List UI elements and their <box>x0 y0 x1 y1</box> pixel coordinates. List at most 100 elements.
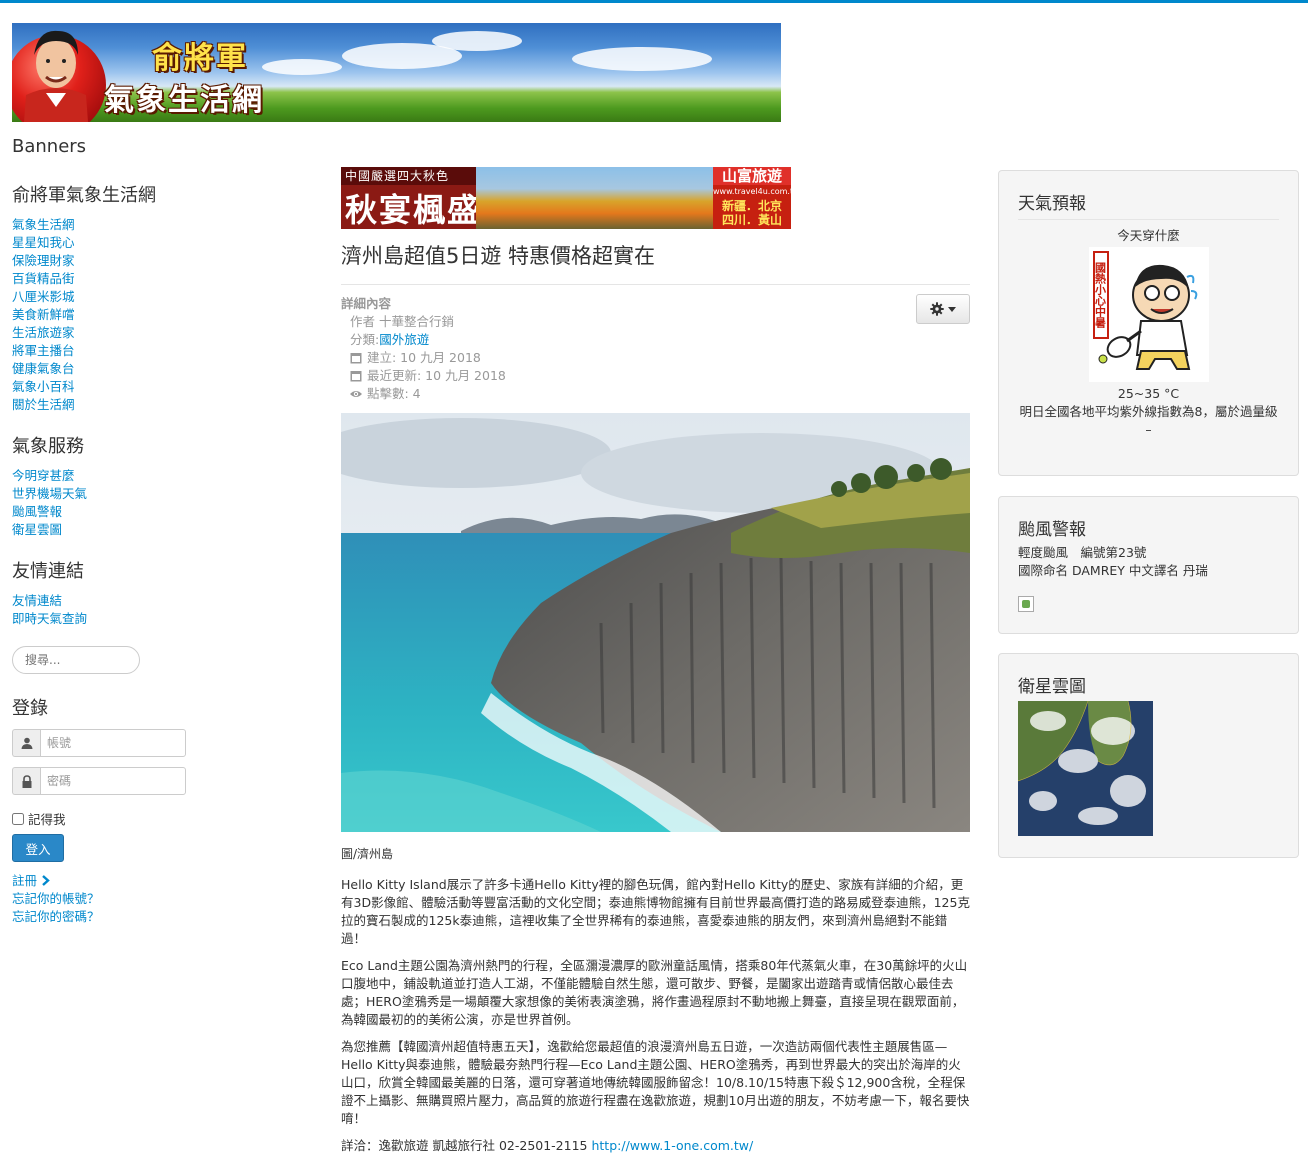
host-portrait-icon <box>24 30 88 122</box>
cloud-decor <box>572 47 712 71</box>
account-links: 註冊 忘記你的帳號？ 忘記你的密碼？ <box>12 872 212 926</box>
user-icon <box>12 729 40 757</box>
menu-heading-site: 俞將軍氣象生活網 <box>12 185 156 206</box>
updated-row: 最近更新: 10 九月 2018 <box>341 367 970 385</box>
article-paragraph: 為您推薦【韓國濟州超值特惠五天】，逸歡給您最超值的浪漫濟州島五日遊，一次造訪兩個… <box>341 1039 970 1126</box>
menu-item-satellite[interactable]: 衛星雲圖 <box>12 522 62 537</box>
menu-heading-links: 友情連結 <box>12 561 84 582</box>
ad-headline: 秋宴楓盛 <box>345 191 482 229</box>
author-row: 作者 十華整合行銷 <box>350 314 454 329</box>
menu-item-anchor[interactable]: 將軍主播台 <box>12 343 75 358</box>
ad-brand-name: 山富旅遊 <box>713 167 791 185</box>
weather-forecast-module: 天氣預報 今天穿什麼 國熱小心中暑 25~35 °C 明日全國各地平均紫外線指數… <box>998 170 1299 476</box>
menu-item-food[interactable]: 美食新鮮嚐 <box>12 307 75 322</box>
calendar-icon <box>350 353 362 364</box>
logo-title-line2: 氣象生活網 <box>104 83 264 118</box>
article-title: 濟州島超值5日遊 特惠價格超實在 <box>341 244 656 268</box>
category-link[interactable]: 國外旅遊 <box>379 331 429 349</box>
links-menu: 友情連結 即時天氣查詢 <box>12 592 212 628</box>
satellite-title: 衛星雲圖 <box>1018 677 1086 697</box>
contact-text: 詳洽：逸歡旅遊 凱越旅行社 02-2501-2115 <box>341 1138 592 1153</box>
username-input[interactable] <box>40 729 186 757</box>
category-prefix: 分類: <box>350 332 380 347</box>
temperature-range: 25~35 °C <box>1117 386 1180 401</box>
password-input[interactable] <box>40 767 186 795</box>
ad-destination-2: 四川．黃山 <box>721 213 782 227</box>
created-date: 建立: 10 九月 2018 <box>367 350 481 365</box>
typhoon-title: 颱風警報 <box>1018 520 1086 540</box>
ad-destination-1: 新疆．北京 <box>721 199 782 213</box>
created-row: 建立: 10 九月 2018 <box>341 349 970 367</box>
forgot-password-link[interactable]: 忘記你的密碼？ <box>12 908 212 926</box>
search-input[interactable] <box>12 646 140 674</box>
register-link[interactable]: 註冊 <box>12 872 212 890</box>
broken-image-icon <box>1018 596 1034 612</box>
photo-caption: 圖/濟州島 <box>341 847 394 861</box>
menu-item-stars[interactable]: 星星知我心 <box>12 235 75 250</box>
login-button[interactable]: 登入 <box>12 834 64 862</box>
menu-item-health[interactable]: 健康氣象台 <box>12 361 75 376</box>
menu-item-about[interactable]: 關於生活網 <box>12 397 75 412</box>
logo-title-line1: 俞將軍 <box>152 41 248 76</box>
menu-item-travel[interactable]: 生活旅遊家 <box>12 325 75 340</box>
contact-paragraph: 詳洽：逸歡旅遊 凱越旅行社 02-2501-2115 http://www.1-… <box>341 1137 970 1155</box>
forgot-username-link[interactable]: 忘記你的帳號？ <box>12 890 212 908</box>
weather-services-menu: 今明穿甚麼 世界機場天氣 颱風警報 衛星雲圖 <box>12 467 212 539</box>
menu-item-airport-weather[interactable]: 世界機場天氣 <box>12 486 87 501</box>
typhoon-line-1: 輕度颱風 編號第23號 <box>1018 545 1147 560</box>
category-row: 分類: 國外旅遊 <box>341 331 970 349</box>
menu-item-encyclopedia[interactable]: 氣象小百科 <box>12 379 75 394</box>
menu-item-insurance[interactable]: 保險理財家 <box>12 253 75 268</box>
title-divider <box>341 284 970 285</box>
typhoon-alert-module: 颱風警報 輕度颱風 編號第23號 國際命名 DAMREY 中文譯名 丹瑞 <box>998 496 1299 634</box>
password-group <box>12 767 212 795</box>
article-paragraph: Eco Land主題公園為濟州熱門的行程，全區瀰漫濃厚的歐洲童話風情，搭乘80年… <box>341 958 968 1027</box>
lock-icon <box>12 767 40 795</box>
article-details: 詳細內容 作者 十華整合行銷 分類: 國外旅遊 建立: 10 九月 2018 最… <box>341 295 970 403</box>
gear-icon <box>930 302 944 316</box>
caret-down-icon <box>948 306 956 312</box>
weather-stamp: 國熱小心中暑 <box>1092 251 1109 339</box>
travel-ad-banner[interactable]: 中國嚴選四大秋色 秋宴楓盛 山富旅遊 www.travel4u.com.tw 新… <box>341 167 791 229</box>
site-menu: 氣象生活網 星星知我心 保險理財家 百貨精品街 八厘米影城 美食新鮮嚐 生活旅遊… <box>12 216 212 414</box>
menu-item-what-to-wear[interactable]: 今明穿甚麼 <box>12 468 75 483</box>
details-label: 詳細內容 <box>341 296 392 311</box>
weather-dash: – <box>1145 422 1152 437</box>
cloud-decor <box>262 59 342 75</box>
cloud-decor <box>432 31 522 51</box>
chevron-right-icon <box>42 875 50 886</box>
login-heading: 登錄 <box>12 698 48 719</box>
main-content: 中國嚴選四大秋色 秋宴楓盛 山富旅遊 www.travel4u.com.tw 新… <box>341 167 970 1164</box>
username-group <box>12 729 212 757</box>
banners-heading: Banners <box>12 136 87 157</box>
jeju-coast-photo <box>341 413 970 832</box>
ad-topline: 中國嚴選四大秋色 <box>341 167 476 185</box>
weather-title: 天氣預報 <box>1018 189 1279 220</box>
menu-heading-weather-services: 氣象服務 <box>12 436 84 457</box>
autumn-trees-image <box>476 167 716 229</box>
register-label: 註冊 <box>12 873 38 888</box>
site-logo-banner[interactable]: 俞將軍 氣象生活網 <box>12 23 781 122</box>
contact-link[interactable]: http://www.1-one.com.tw/ <box>591 1138 753 1153</box>
remember-me-label: 記得我 <box>28 812 66 827</box>
satellite-image[interactable] <box>1018 701 1153 836</box>
ad-brand-panel: 山富旅遊 www.travel4u.com.tw 新疆．北京 四川．黃山 <box>713 167 791 229</box>
menu-item-friend-links[interactable]: 友情連結 <box>12 593 62 608</box>
article-tools-button[interactable] <box>916 294 970 324</box>
ad-url: www.travel4u.com.tw <box>713 187 791 196</box>
menu-item-typhoon[interactable]: 颱風警報 <box>12 504 62 519</box>
uv-index-text: 明日全國各地平均紫外線指數為8，屬於過量級 <box>1019 404 1278 419</box>
updated-date: 最近更新: 10 九月 2018 <box>367 368 506 383</box>
left-sidebar: 俞將軍氣象生活網 氣象生活網 星星知我心 保險理財家 百貨精品街 八厘米影城 美… <box>12 181 212 926</box>
article-paragraph: Hello Kitty Island展示了許多卡通Hello Kitty裡的腳色… <box>341 877 970 946</box>
menu-item-department-store[interactable]: 百貨精品街 <box>12 271 75 286</box>
menu-item-cinema[interactable]: 八厘米影城 <box>12 289 75 304</box>
hits-count: 點擊數: 4 <box>367 386 421 401</box>
weather-subtitle: 今天穿什麼 <box>1117 228 1180 243</box>
menu-item-weather-life[interactable]: 氣象生活網 <box>12 217 75 232</box>
calendar-icon <box>350 371 362 382</box>
typhoon-line-2: 國際命名 DAMREY 中文譯名 丹瑞 <box>1018 563 1208 578</box>
remember-me-checkbox[interactable] <box>12 812 24 825</box>
menu-item-realtime-weather[interactable]: 即時天氣查詢 <box>12 611 87 626</box>
satellite-cloud-module: 衛星雲圖 <box>998 653 1299 858</box>
